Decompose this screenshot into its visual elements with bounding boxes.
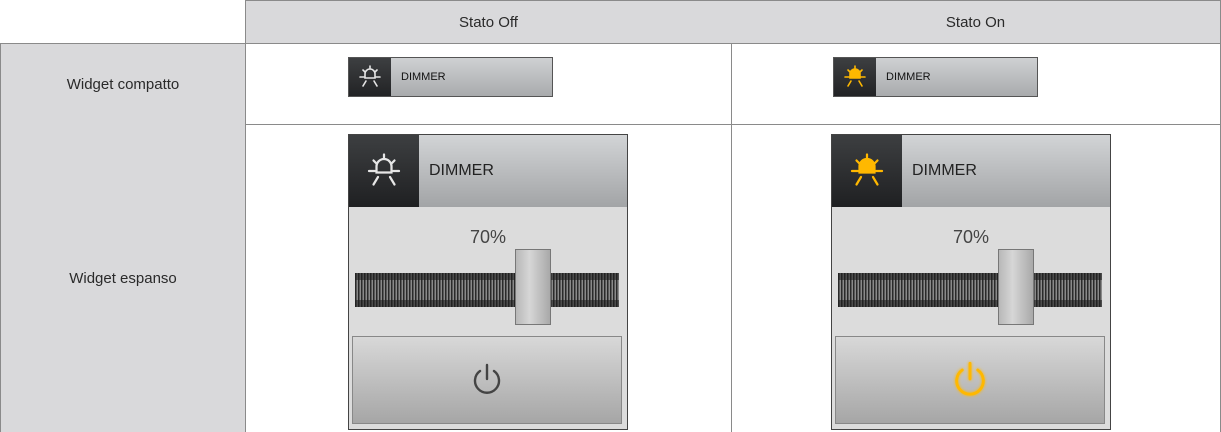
expanded-dimmer-off: DIMMER 70% [348, 134, 628, 430]
header-on-label: Stato On [945, 13, 1006, 31]
power-icon [955, 361, 985, 396]
header-stato-off: Stato Off [245, 0, 732, 44]
table-corner-cell [0, 0, 245, 44]
bulb-icon [832, 135, 902, 207]
dimmer-slider-thumb[interactable] [998, 249, 1034, 325]
compact-dimmer-label: DIMMER [886, 71, 931, 83]
widget-header[interactable]: DIMMER [349, 135, 627, 207]
widget-title: DIMMER [912, 162, 977, 179]
row-label-expanded: Widget espanso [0, 124, 246, 432]
bulb-icon [349, 58, 391, 96]
power-icon [473, 363, 501, 394]
expanded-dimmer-on: DIMMER 70% [831, 134, 1111, 430]
bulb-icon [349, 135, 419, 207]
row-label-compact: Widget compatto [0, 43, 246, 125]
dimmer-level-readout: 70% [952, 227, 990, 247]
compact-dimmer-on[interactable]: DIMMER [833, 57, 1038, 97]
dimmer-slider-track[interactable] [838, 273, 1102, 307]
power-button[interactable] [835, 336, 1105, 424]
power-button[interactable] [352, 336, 622, 424]
header-stato-on: Stato On [731, 0, 1221, 44]
dimmer-slider-track[interactable] [355, 273, 619, 307]
row-expanded-label: Widget espanso [69, 269, 177, 287]
widget-title: DIMMER [429, 162, 494, 179]
widget-header[interactable]: DIMMER [832, 135, 1110, 207]
dimmer-level-readout: 70% [469, 227, 507, 247]
header-off-label: Stato Off [459, 13, 518, 31]
compact-dimmer-off[interactable]: DIMMER [348, 57, 553, 97]
compact-dimmer-label: DIMMER [401, 71, 446, 83]
dimmer-slider-thumb[interactable] [515, 249, 551, 325]
row-compact-label: Widget compatto [66, 75, 180, 93]
bulb-icon [834, 58, 876, 96]
